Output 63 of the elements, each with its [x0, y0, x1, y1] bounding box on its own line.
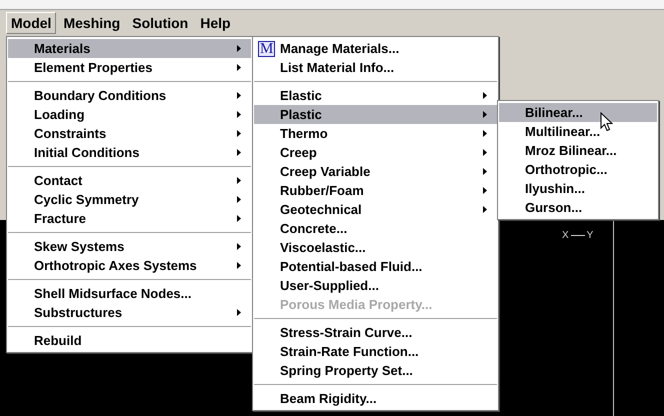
menu-bar-item[interactable]: Solution — [127, 12, 194, 34]
menu-item[interactable]: User-Supplied... — [254, 276, 497, 295]
menu-item[interactable]: Orthotropic... — [499, 160, 657, 179]
submenu-arrow-icon — [483, 130, 487, 137]
menu-item[interactable]: Multilinear... — [499, 122, 657, 141]
menu-item[interactable]: Ilyushin... — [499, 179, 657, 198]
menu-bar-item[interactable]: Model — [6, 12, 56, 34]
menu-item[interactable]: Geotechnical — [254, 200, 497, 219]
menu-item[interactable]: Fracture — [8, 209, 251, 228]
menu-item[interactable]: Shell Midsurface Nodes... — [8, 284, 251, 303]
submenu-arrow-icon — [237, 243, 241, 250]
submenu-arrow-icon — [237, 196, 241, 203]
menu-item[interactable]: Cyclic Symmetry — [8, 190, 251, 209]
menu-item[interactable]: Element Properties — [8, 58, 251, 77]
menu-item[interactable]: Strain-Rate Function... — [254, 342, 497, 361]
menu-item[interactable]: Elastic — [254, 86, 497, 105]
menu-item[interactable]: Potential-based Fluid... — [254, 257, 497, 276]
menu-item[interactable]: Gurson... — [499, 198, 657, 217]
menu-item[interactable]: Skew Systems — [8, 237, 251, 256]
menu-item[interactable]: Mroz Bilinear... — [499, 141, 657, 160]
submenu-arrow-icon — [483, 111, 487, 118]
menu-bar-item[interactable]: Meshing — [58, 12, 126, 34]
menu-item[interactable]: Initial Conditions — [8, 143, 251, 162]
submenu-arrow-icon — [483, 149, 487, 156]
submenu-arrow-icon — [237, 262, 241, 269]
menu-bar-item[interactable]: Help — [195, 12, 236, 34]
submenu-arrow-icon — [237, 309, 241, 316]
menu-item[interactable]: Constraints — [8, 124, 251, 143]
submenu-arrow-icon — [237, 45, 241, 52]
menu-item[interactable]: Creep Variable — [254, 162, 497, 181]
mouse-pointer-icon — [600, 112, 613, 132]
menu-item[interactable]: Loading — [8, 105, 251, 124]
submenu-arrow-icon — [237, 177, 241, 184]
menu-item[interactable]: Bilinear... — [499, 103, 657, 122]
menu-item[interactable]: Rebuild — [8, 331, 251, 350]
submenu-arrow-icon — [237, 92, 241, 99]
menu-item[interactable]: Spring Property Set... — [254, 361, 497, 380]
menu-item[interactable]: Rubber/Foam — [254, 181, 497, 200]
menu-item[interactable]: M Manage Materials... — [254, 39, 497, 58]
menu-item[interactable]: Substructures — [8, 303, 251, 322]
submenu-arrow-icon — [237, 64, 241, 71]
materials-icon: M — [258, 40, 276, 56]
submenu-arrow-icon — [237, 130, 241, 137]
menu-item[interactable]: Contact — [8, 171, 251, 190]
submenu-arrow-icon — [237, 215, 241, 222]
menu-item[interactable]: Boundary Conditions — [8, 86, 251, 105]
menu-item[interactable]: Concrete... — [254, 219, 497, 238]
submenu-arrow-icon — [237, 149, 241, 156]
menu-item[interactable]: Materials — [8, 39, 251, 58]
submenu-arrow-icon — [237, 111, 241, 118]
menu-item[interactable]: Creep — [254, 143, 497, 162]
axis-triad: X Y — [562, 229, 594, 243]
menu-item[interactable]: Stress-Strain Curve... — [254, 323, 497, 342]
menu-item[interactable]: Orthotropic Axes Systems — [8, 256, 251, 275]
submenu-arrow-icon — [483, 168, 487, 175]
submenu-arrow-icon — [483, 92, 487, 99]
menu-item[interactable]: Beam Rigidity... — [254, 389, 497, 408]
menu-item[interactable]: Plastic — [254, 105, 497, 124]
menu-item[interactable]: Thermo — [254, 124, 497, 143]
submenu-arrow-icon — [483, 206, 487, 213]
submenu-arrow-icon — [483, 187, 487, 194]
menu-item[interactable]: List Material Info... — [254, 58, 497, 77]
menu-item[interactable]: Viscoelastic... — [254, 238, 497, 257]
